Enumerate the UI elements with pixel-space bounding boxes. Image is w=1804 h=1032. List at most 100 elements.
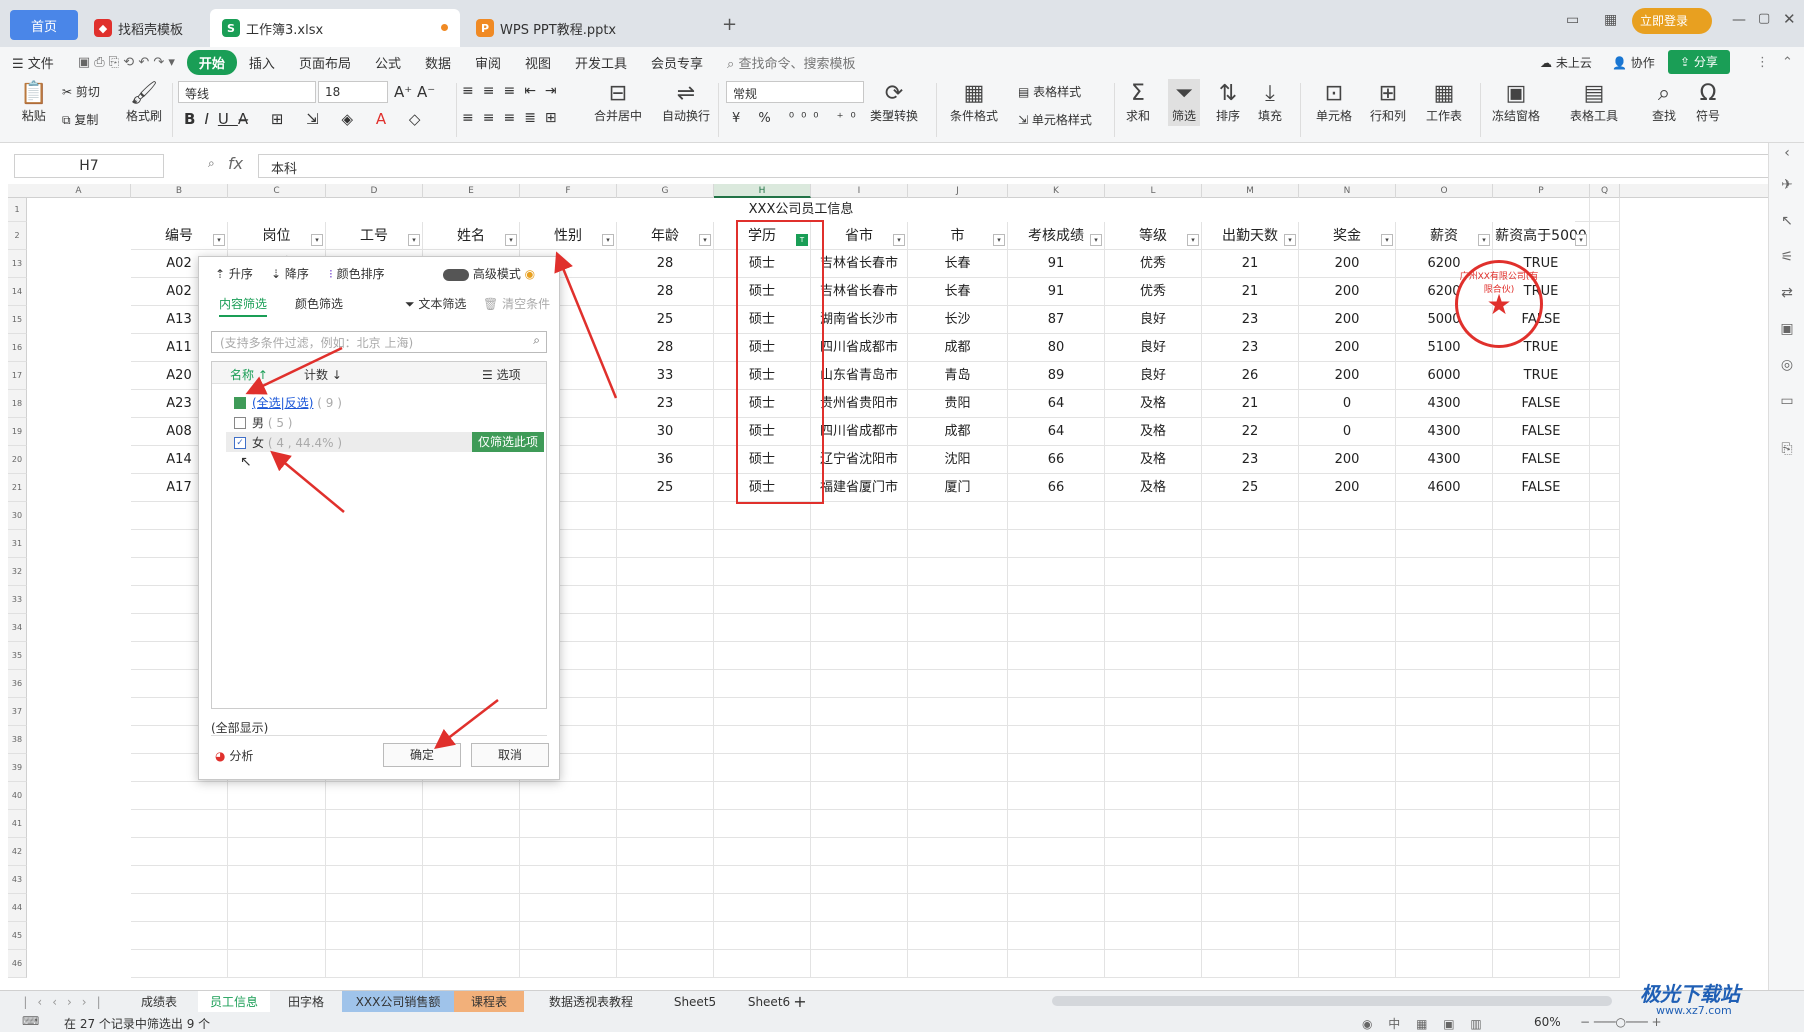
row-header[interactable]: 20 (8, 446, 27, 474)
grid-cell[interactable] (1105, 726, 1202, 754)
grid-cell[interactable] (1105, 586, 1202, 614)
grid-cell[interactable] (1299, 614, 1396, 642)
grid-cell[interactable] (1299, 530, 1396, 558)
grid-cell[interactable] (1396, 502, 1493, 530)
grid-cell[interactable] (1299, 642, 1396, 670)
grid-cell[interactable] (714, 558, 811, 586)
clipboard-icon[interactable]: ⎘ (1778, 441, 1796, 459)
sheet-title-cell[interactable]: XXX公司员工信息 (27, 198, 1575, 222)
grid-cell[interactable] (1590, 502, 1620, 530)
grid-cell[interactable] (617, 586, 714, 614)
grid-cell[interactable] (908, 698, 1008, 726)
filter-dropdown-icon[interactable]: ▾ (1187, 234, 1199, 246)
data-cell[interactable]: 厦门 (908, 474, 1008, 502)
pin-icon[interactable]: ✈ (1778, 177, 1796, 195)
table-tools-button[interactable]: ▤ 表格工具 (1570, 81, 1618, 124)
grid-cell[interactable] (714, 894, 811, 922)
filter-dropdown-icon[interactable]: ▾ (1284, 234, 1296, 246)
row-header[interactable]: 44 (8, 894, 27, 922)
sort-button[interactable]: ⇅ 排序 (1216, 81, 1240, 124)
grid-cell[interactable] (811, 502, 908, 530)
grid-cell[interactable] (1008, 670, 1105, 698)
data-cell[interactable]: 25 (617, 306, 714, 334)
analysis-button[interactable]: ◕ 分析 (215, 747, 253, 764)
wrap-text-button[interactable]: ⇌ 自动换行 (662, 81, 710, 124)
grid-cell[interactable] (1299, 950, 1396, 978)
data-cell[interactable]: 沈阳 (908, 446, 1008, 474)
grid-cell[interactable] (1493, 866, 1590, 894)
grid-cell[interactable] (326, 894, 423, 922)
grid-cell[interactable] (1396, 866, 1493, 894)
column-header[interactable]: L (1105, 184, 1202, 198)
data-cell[interactable]: 四川省成都市 (811, 334, 908, 362)
tab-home[interactable]: 首页 (10, 10, 78, 40)
data-cell[interactable]: 吉林省长春市 (811, 278, 908, 306)
grid-cell[interactable] (1590, 586, 1620, 614)
data-cell[interactable]: 28 (617, 334, 714, 362)
grid-cell[interactable] (1493, 614, 1590, 642)
data-cell[interactable]: 4300 (1396, 418, 1493, 446)
formula-input[interactable]: 本科 (258, 154, 1778, 178)
cancel-button[interactable]: 取消 (471, 743, 549, 767)
column-header[interactable]: K (1008, 184, 1105, 198)
grid-cell[interactable] (811, 558, 908, 586)
grid-cell[interactable] (1202, 586, 1299, 614)
grid-cell[interactable] (1299, 838, 1396, 866)
tab-workbook[interactable]: S 工作簿3.xlsx (210, 9, 460, 47)
header-cell[interactable]: 奖金 ▾ (1299, 222, 1396, 250)
grid-cell[interactable] (1590, 754, 1620, 782)
grid-cell[interactable] (520, 838, 617, 866)
color-sort-button[interactable]: ⁝ 颜色排序 (329, 265, 385, 282)
grid-cell[interactable] (1105, 642, 1202, 670)
grid-cell[interactable] (1396, 670, 1493, 698)
grid-cell[interactable] (714, 782, 811, 810)
grid-cell[interactable] (1105, 754, 1202, 782)
row-header[interactable]: 1 (8, 198, 27, 222)
conditional-format-button[interactable]: ▦ 条件格式 (950, 81, 998, 124)
grid-cell[interactable] (811, 922, 908, 950)
grid-cell[interactable] (1396, 614, 1493, 642)
grid-cell[interactable] (1590, 950, 1620, 978)
book-icon[interactable]: ▭ (1778, 393, 1796, 411)
row-header[interactable]: 33 (8, 586, 27, 614)
only-this-button[interactable]: 仅筛选此项 (472, 432, 544, 452)
grid-cell[interactable] (714, 586, 811, 614)
login-button[interactable]: 立即登录 (1632, 8, 1712, 34)
data-cell[interactable]: 66 (1008, 446, 1105, 474)
grid-cell[interactable] (617, 838, 714, 866)
grid-cell[interactable] (1008, 586, 1105, 614)
grid-cell[interactable] (908, 782, 1008, 810)
grid-cell[interactable] (1202, 950, 1299, 978)
grid-cell[interactable] (1008, 782, 1105, 810)
grid-cell[interactable] (617, 642, 714, 670)
grid-cell[interactable] (1396, 586, 1493, 614)
font-size-adjust-icons[interactable]: A⁺ A⁻ (394, 83, 435, 101)
menu-data[interactable]: 数据 (413, 53, 463, 72)
grid-cell[interactable] (1105, 558, 1202, 586)
grid-cell[interactable] (714, 922, 811, 950)
tab-template[interactable]: ◆ 找稻壳模板 (82, 9, 207, 47)
grid-cell[interactable] (1008, 810, 1105, 838)
grid-cell[interactable] (1105, 950, 1202, 978)
grid-cell[interactable] (1590, 698, 1620, 726)
row-header[interactable]: 32 (8, 558, 27, 586)
sheet-tab[interactable]: 员工信息 (198, 991, 270, 1013)
cloud-status[interactable]: ☁ 未上云 (1540, 54, 1592, 71)
clear-conditions-button[interactable]: 🗑 清空条件 (483, 295, 550, 312)
data-cell[interactable]: 良好 (1105, 362, 1202, 390)
filter-button[interactable]: ⏷ 筛选 (1168, 79, 1201, 126)
row-header[interactable]: 17 (8, 362, 27, 390)
data-cell[interactable]: 贵州省贵阳市 (811, 390, 908, 418)
grid-cell[interactable] (617, 894, 714, 922)
grid-cell[interactable] (1493, 810, 1590, 838)
grid-cell[interactable] (1590, 306, 1620, 334)
grid-cell[interactable] (908, 810, 1008, 838)
ok-button[interactable]: 确定 (383, 743, 461, 767)
cell-button[interactable]: ⊡ 单元格 (1316, 81, 1352, 124)
merge-center-button[interactable]: ⊟ 合并居中 (594, 81, 642, 124)
grid-cell[interactable] (908, 502, 1008, 530)
grid-cell[interactable] (908, 586, 1008, 614)
more-icon[interactable]: ⋮ (1756, 55, 1769, 70)
sort-by-name[interactable]: 名称 ↑ (230, 366, 268, 383)
data-cell[interactable]: 硕士 (714, 306, 811, 334)
